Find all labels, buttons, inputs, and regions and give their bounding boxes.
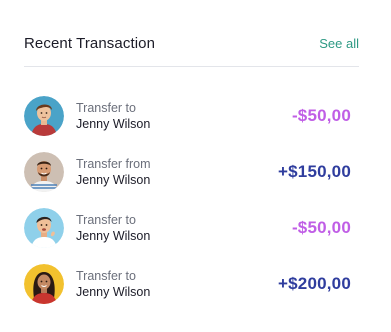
header-divider bbox=[24, 66, 359, 67]
card-title: Recent Transaction bbox=[24, 34, 156, 52]
avatar bbox=[24, 264, 64, 304]
transaction-row[interactable]: Transfer to Jenny Wilson -$50,00 bbox=[24, 208, 359, 248]
transaction-text: Transfer to Jenny Wilson bbox=[76, 100, 150, 132]
transaction-name: Jenny Wilson bbox=[76, 229, 151, 243]
transaction-row[interactable]: Transfer to Jenny Wilson -$50,00 bbox=[24, 96, 359, 136]
transaction-amount: +$200,00 bbox=[278, 274, 351, 293]
see-all-link[interactable]: See all bbox=[319, 36, 359, 51]
person-avatar-icon bbox=[24, 152, 64, 192]
transaction-text: Transfer to Jenny Wilson bbox=[76, 268, 150, 300]
transaction-row[interactable]: Transfer to Jenny Wilson +$200,00 bbox=[24, 264, 359, 304]
transaction-direction: Transfer to bbox=[76, 101, 136, 115]
transaction-direction: Transfer to bbox=[76, 213, 136, 227]
avatar bbox=[24, 208, 64, 248]
transaction-list: Transfer to Jenny Wilson -$50,00 Transfe… bbox=[24, 96, 359, 320]
transaction-text: Transfer to Jenny Wilson bbox=[76, 212, 150, 244]
transaction-amount: -$50,00 bbox=[291, 106, 351, 125]
transaction-name: Jenny Wilson bbox=[76, 285, 151, 299]
transaction-direction: Transfer to bbox=[76, 269, 136, 283]
transaction-name: Jenny Wilson bbox=[76, 117, 151, 131]
transaction-text: Transfer from Jenny Wilson bbox=[76, 156, 151, 188]
recent-transactions-card: Recent Transaction See all Transfer to J… bbox=[0, 0, 391, 332]
person-avatar-icon bbox=[24, 96, 64, 136]
avatar bbox=[24, 96, 64, 136]
transaction-row[interactable]: Transfer from Jenny Wilson +$150,00 bbox=[24, 152, 359, 192]
transaction-amount: -$50,00 bbox=[291, 218, 351, 237]
avatar bbox=[24, 152, 64, 192]
person-avatar-icon bbox=[24, 264, 64, 304]
transaction-amount: +$150,00 bbox=[278, 162, 351, 181]
transaction-direction: Transfer from bbox=[76, 157, 151, 171]
person-avatar-icon bbox=[24, 208, 64, 248]
card-header: Recent Transaction See all bbox=[24, 26, 359, 60]
transaction-name: Jenny Wilson bbox=[76, 173, 151, 187]
